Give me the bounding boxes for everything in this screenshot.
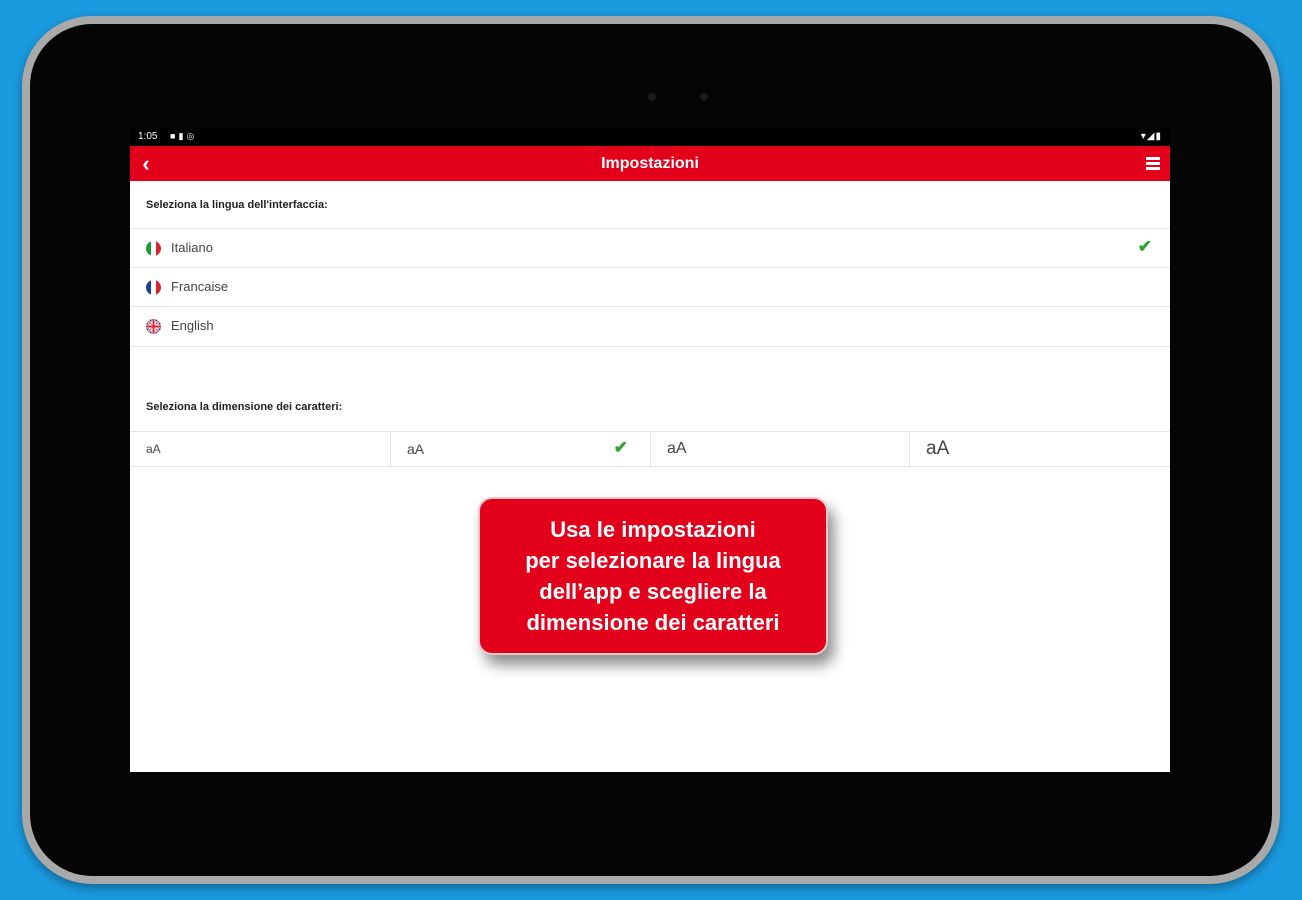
callout-line: per selezionare la lingua	[525, 548, 781, 573]
app-screen: 1:05 ■▮◎ ▾◢▮ ‹ Impostazioni Seleziona la…	[130, 127, 1170, 772]
font-size-selector: aA aA ✔ aA aA	[130, 431, 1170, 467]
system-nav-bar	[130, 736, 1170, 772]
status-right-icons: ▾◢▮	[1141, 127, 1162, 146]
language-item-francaise[interactable]: Francaise	[130, 267, 1170, 306]
sensor-icon	[700, 93, 708, 101]
check-icon: ✔	[613, 438, 628, 457]
uk-flag-icon	[146, 319, 161, 334]
hamburger-menu-icon	[1146, 157, 1160, 160]
callout-text: Usa le impostazioni per selezionare la l…	[525, 514, 781, 638]
promo-callout: Usa le impostazioni per selezionare la l…	[478, 497, 828, 655]
france-flag-icon	[146, 280, 161, 295]
triangle-back-icon[interactable]	[540, 748, 550, 760]
language-item-label: Francaise	[171, 279, 229, 294]
font-size-option-label: aA	[926, 438, 950, 459]
language-item-label: Italiano	[171, 240, 213, 255]
language-item-italiano[interactable]: Italiano ✔	[130, 228, 1170, 267]
language-item-english[interactable]: English	[130, 306, 1170, 347]
status-bar: 1:05 ■▮◎ ▾◢▮	[130, 127, 1170, 146]
app-bar: ‹ Impostazioni	[130, 146, 1170, 181]
callout-line: dell’app e scegliere la	[539, 579, 767, 604]
font-size-section-label: Seleziona la dimensione dei caratteri:	[146, 401, 343, 413]
status-time: 1:05	[138, 131, 158, 142]
language-item-label: English	[171, 318, 214, 333]
page-title: Impostazioni	[601, 155, 699, 172]
font-size-option-label: aA	[667, 440, 687, 457]
battery-icon: ▮	[1155, 131, 1162, 142]
italy-flag-icon	[146, 241, 161, 256]
circle-home-icon[interactable]	[644, 748, 656, 760]
callout-line: dimensione dei caratteri	[526, 610, 780, 635]
callout-line: Usa le impostazioni	[550, 517, 756, 542]
status-left-icons: ■▮◎	[170, 127, 197, 146]
language-section-label: Seleziona la lingua dell'interfaccia:	[146, 199, 328, 211]
sync-icon: ◎	[186, 131, 198, 141]
check-icon: ✔	[1137, 237, 1152, 256]
font-size-option-large[interactable]: aA	[650, 432, 909, 466]
camera-icon	[648, 93, 656, 101]
font-size-option-label: aA	[146, 442, 161, 456]
square-recents-icon[interactable]	[749, 748, 760, 759]
font-size-option-medium[interactable]: aA ✔	[390, 432, 650, 466]
font-size-option-label: aA	[407, 441, 425, 457]
font-size-option-xlarge[interactable]: aA	[909, 432, 1170, 466]
menu-button[interactable]	[1146, 157, 1160, 170]
font-size-option-small[interactable]: aA	[130, 432, 390, 466]
